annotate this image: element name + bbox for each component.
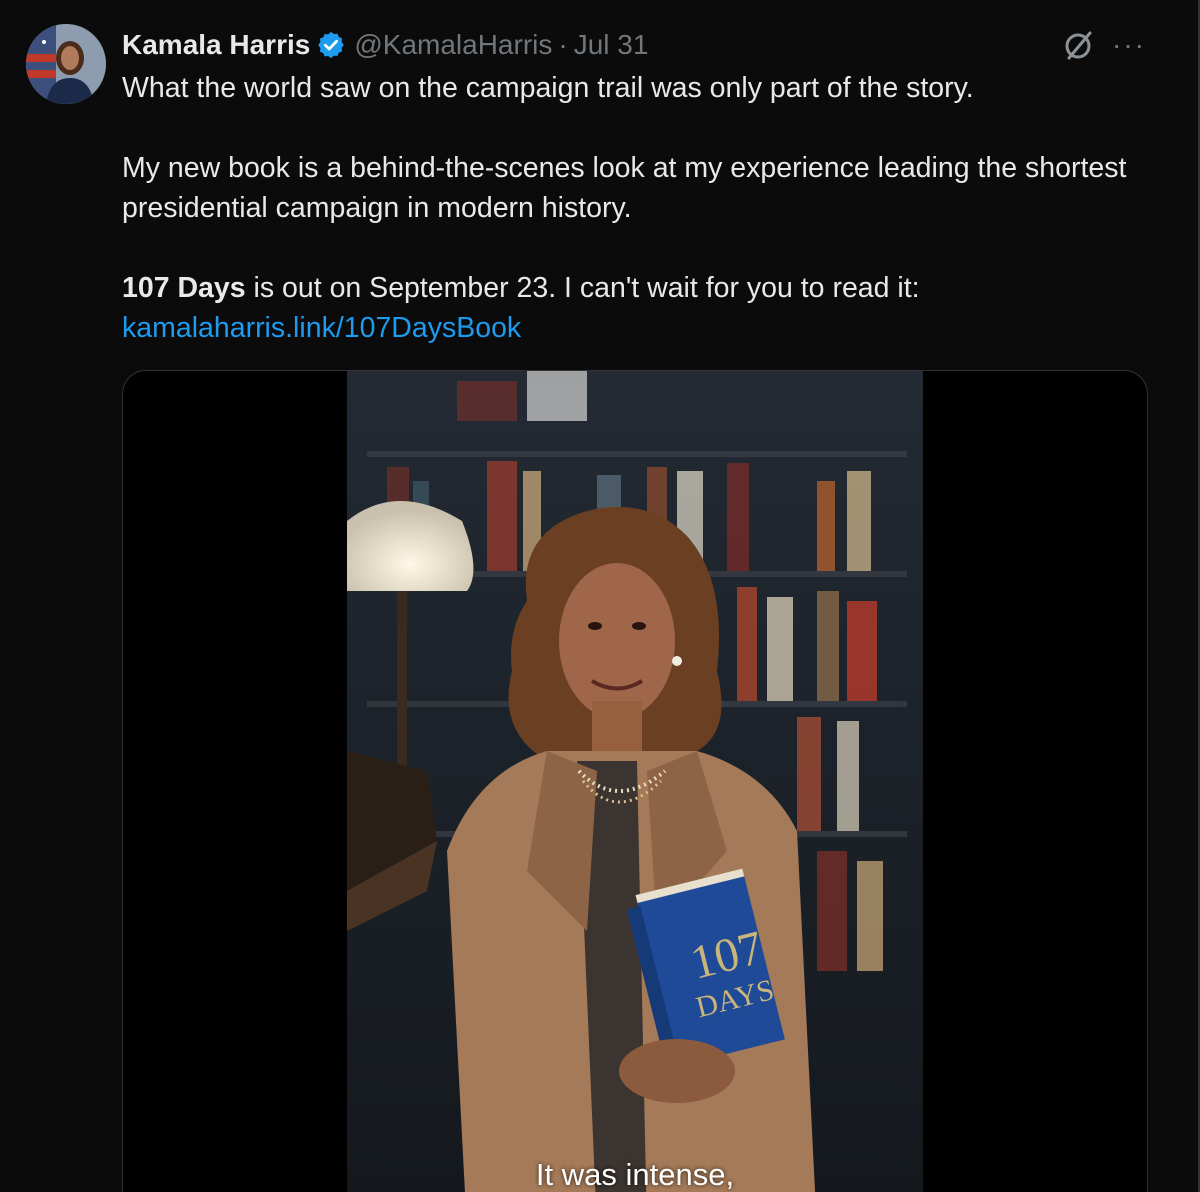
more-options-icon[interactable]: ···	[1112, 30, 1146, 60]
video-caption: It was intense,	[535, 1157, 735, 1192]
author-handle[interactable]: @KamalaHarris	[354, 29, 552, 61]
grok-icon[interactable]	[1060, 28, 1096, 64]
book-link[interactable]: kamalaharris.link/107DaysBook	[122, 312, 521, 344]
tweet-text: What the world saw on the campaign trail…	[122, 68, 1152, 348]
video-still: 107 DAYS	[347, 371, 923, 1192]
video-frame[interactable]: 107 DAYS It was intense,	[347, 371, 923, 1192]
tweet-header: Kamala Harris @KamalaHarris · Jul 31	[122, 26, 648, 64]
tweet-paragraph-3: 107 Days is out on September 23. I can't…	[122, 268, 1152, 308]
video-player[interactable]: 107 DAYS It was intense,	[122, 370, 1148, 1192]
avatar[interactable]	[26, 24, 106, 104]
verified-badge-icon[interactable]	[316, 30, 346, 60]
header-separator: ·	[558, 29, 568, 60]
tweet-paragraph-2: My new book is a behind-the-scenes look …	[122, 152, 1127, 224]
author-name[interactable]: Kamala Harris	[122, 29, 310, 61]
book-title: 107 Days	[122, 272, 246, 304]
tweet-paragraph-3-rest: is out on September 23. I can't wait for…	[245, 272, 920, 304]
tweet-paragraph-1: What the world saw on the campaign trail…	[122, 72, 974, 104]
tweet-container[interactable]: Kamala Harris @KamalaHarris · Jul 31 ···…	[0, 0, 1200, 1192]
tweet-date[interactable]: Jul 31	[574, 29, 649, 61]
